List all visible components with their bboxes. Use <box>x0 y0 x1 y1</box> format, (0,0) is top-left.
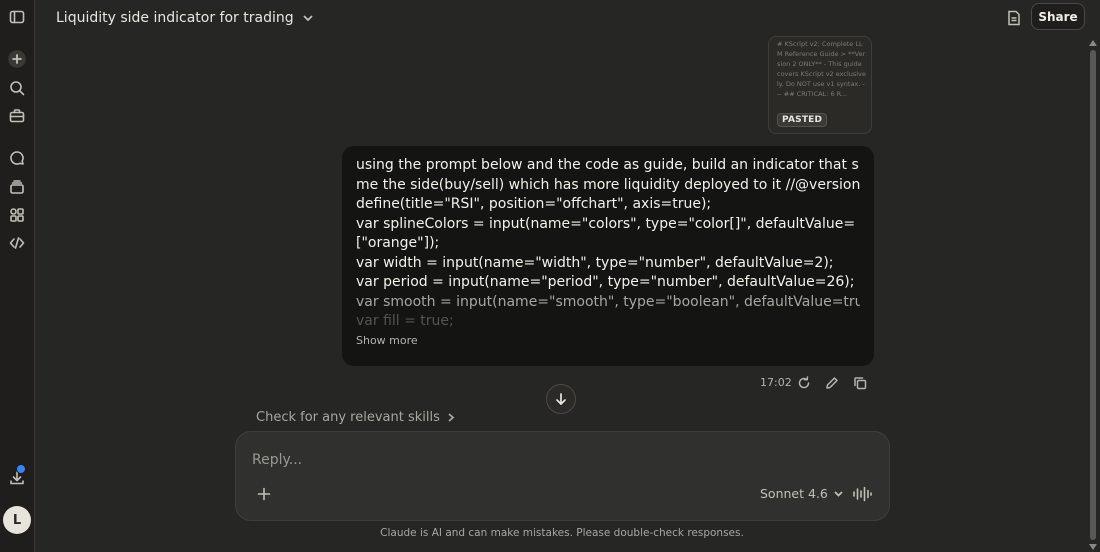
plus-circle-icon[interactable] <box>4 47 30 71</box>
chat-title: Liquidity side indicator for trading <box>56 10 294 26</box>
message-line: var period = input(name="period", type="… <box>356 274 855 290</box>
message-line: using the prompt below and the code as g… <box>356 157 860 173</box>
chat-bubble-icon[interactable] <box>4 146 30 170</box>
search-icon[interactable] <box>4 76 30 100</box>
reply-input[interactable] <box>252 448 752 472</box>
scrollbar-thumb[interactable] <box>1090 50 1096 540</box>
message-line: var smooth = input(name="smooth", type="… <box>356 293 860 310</box>
chat-title-dropdown[interactable]: Liquidity side indicator for trading <box>56 8 314 28</box>
message-line: var splineColors = input(name="colors", … <box>356 215 856 232</box>
message-line: var width = input(name="width", type="nu… <box>356 254 834 271</box>
stack-icon[interactable] <box>4 175 30 199</box>
scroll-down-button[interactable] <box>546 384 576 414</box>
chevron-down-icon <box>834 491 843 497</box>
pasted-badge: PASTED <box>777 113 828 127</box>
sidebar: L <box>0 0 35 552</box>
add-attachment-button[interactable] <box>254 484 274 504</box>
message-line: ["orange"]); <box>356 235 440 251</box>
grid-icon[interactable] <box>4 203 30 227</box>
pasted-preview-text: # KScript v2: Complete LLM Reference Gui… <box>777 40 866 98</box>
voice-mode-button[interactable] <box>851 484 873 504</box>
arrow-down-icon <box>556 393 566 405</box>
scroll-down-arrow-icon[interactable] <box>1089 544 1097 550</box>
share-button[interactable]: Share <box>1031 3 1085 30</box>
disclaimer: Claude is AI and can make mistakes. Plea… <box>380 527 744 539</box>
copy-icon[interactable] <box>851 374 869 392</box>
skills-link[interactable]: Check for any relevant skills <box>256 410 455 425</box>
model-name: Sonnet 4.6 <box>760 486 828 501</box>
notification-dot <box>16 464 26 474</box>
skills-link-label: Check for any relevant skills <box>256 410 440 425</box>
show-more-link[interactable]: Show more <box>356 334 418 347</box>
retry-icon[interactable] <box>795 374 813 392</box>
message-line: var fill = true; <box>356 313 454 329</box>
composer: Sonnet 4.6 <box>235 431 890 521</box>
model-selector[interactable]: Sonnet 4.6 <box>760 486 843 501</box>
message-timestamp: 17:02 <box>760 376 792 389</box>
waveform-icon <box>853 486 872 502</box>
document-icon[interactable] <box>1002 6 1026 30</box>
briefcase-icon[interactable] <box>4 104 30 128</box>
message-text: using the prompt below and the code as g… <box>356 156 860 332</box>
scroll-up-arrow-icon[interactable] <box>1089 40 1097 46</box>
sidebar-icon[interactable] <box>4 5 30 29</box>
user-message: using the prompt below and the code as g… <box>342 146 874 366</box>
edit-icon[interactable] <box>823 374 841 392</box>
message-line: me the side(buy/sell) which has more liq… <box>356 176 860 193</box>
code-icon[interactable] <box>4 231 30 255</box>
pasted-attachment[interactable]: # KScript v2: Complete LLM Reference Gui… <box>768 36 872 134</box>
chevron-right-icon <box>448 413 455 422</box>
message-line: define(title="RSI", position="offchart",… <box>356 196 712 212</box>
plus-icon <box>257 487 271 501</box>
chevron-down-icon <box>302 15 313 22</box>
